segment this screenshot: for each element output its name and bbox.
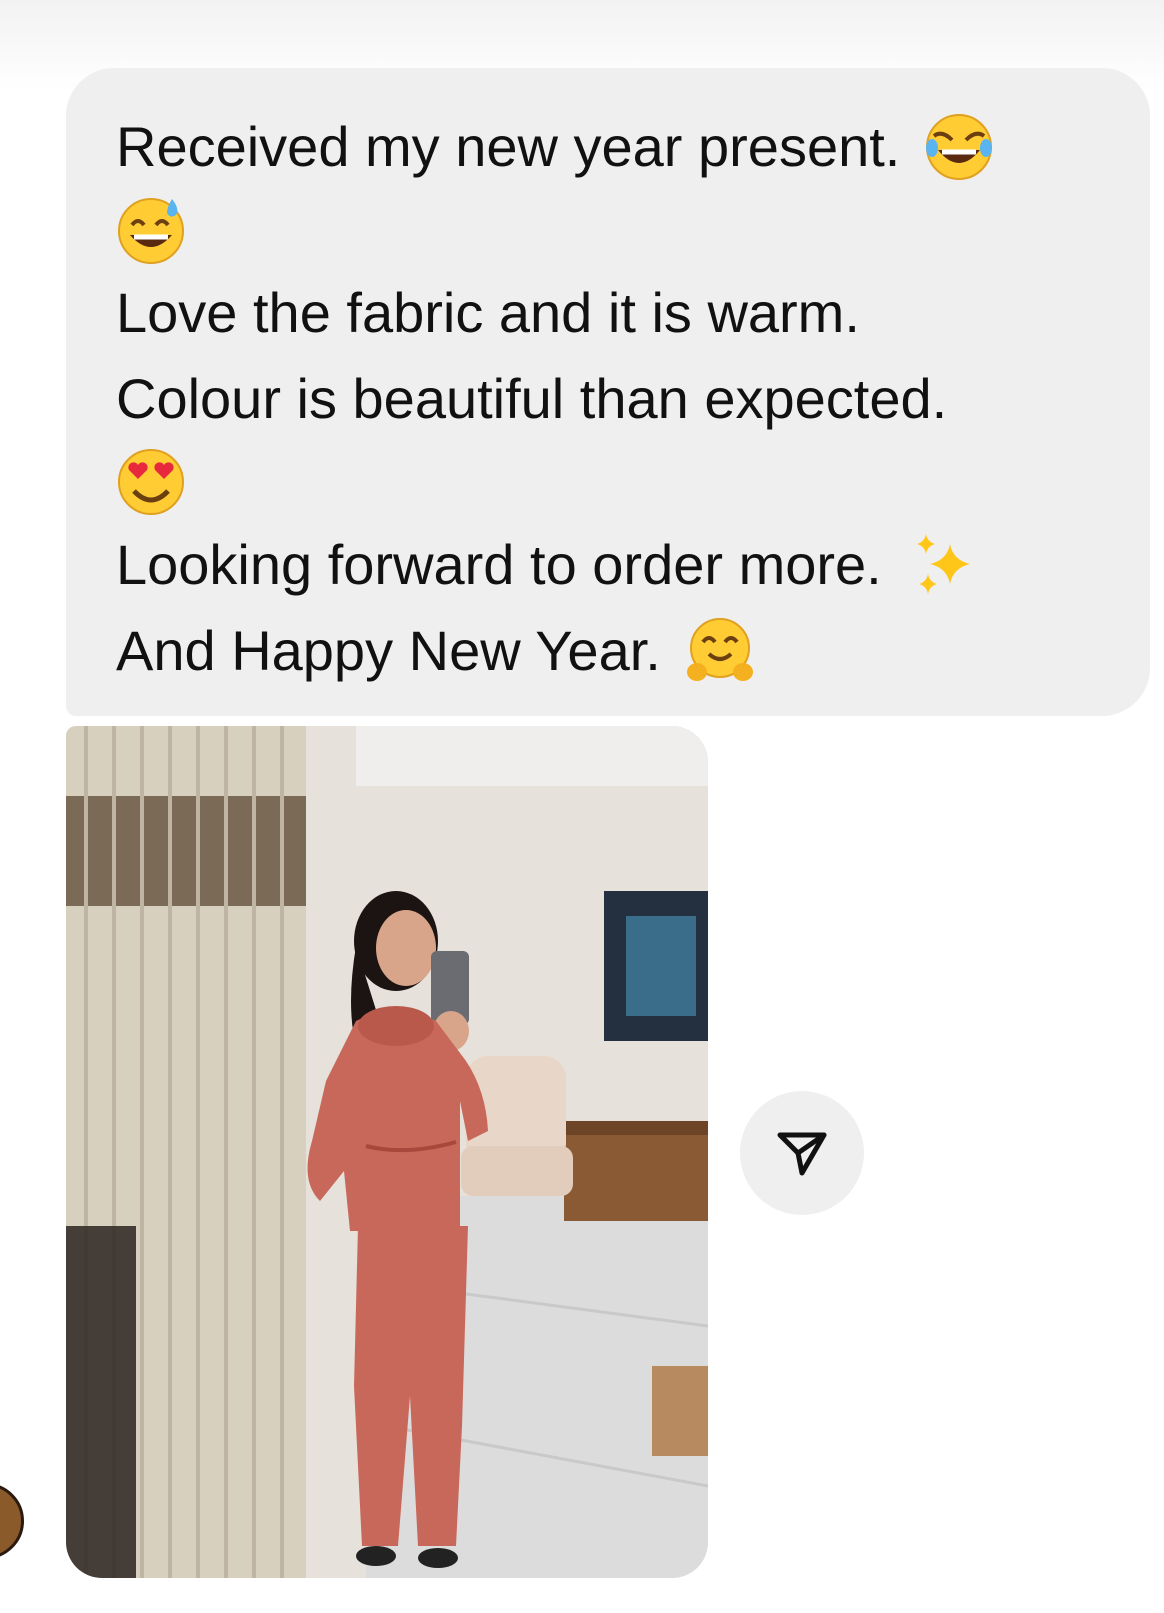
message-line: Looking forward to order more. (116, 522, 1100, 608)
share-button[interactable] (740, 1091, 864, 1215)
message-text: And Happy New Year. (116, 619, 661, 682)
hugging-face-icon (686, 618, 753, 681)
chat-thread: Received my new year present. Love the f… (0, 0, 1164, 1613)
message-line (116, 442, 1100, 522)
sparkles-icon (916, 534, 970, 594)
message-line: And Happy New Year. (116, 608, 1100, 694)
face-with-tears-of-joy-icon (926, 114, 993, 180)
grinning-face-with-sweat-icon (118, 198, 184, 264)
message-text: Love the fabric and it is warm. (116, 281, 860, 344)
message-bubble[interactable]: Received my new year present. Love the f… (66, 68, 1150, 716)
message-text: Looking forward to order more. (116, 533, 882, 596)
send-icon (777, 1132, 827, 1176)
sender-avatar[interactable] (0, 1483, 24, 1559)
message-line: Received my new year present. (116, 104, 1100, 190)
message-line: Love the fabric and it is warm. (116, 270, 1100, 356)
message-text: Received my new year present. (116, 115, 901, 178)
smiling-face-with-heart-eyes-icon (118, 449, 184, 515)
message-text: Colour is beautiful than expected. (116, 367, 948, 430)
message-line (116, 190, 1100, 270)
message-line: Colour is beautiful than expected. (116, 356, 1100, 442)
photo-attachment[interactable] (66, 726, 708, 1578)
